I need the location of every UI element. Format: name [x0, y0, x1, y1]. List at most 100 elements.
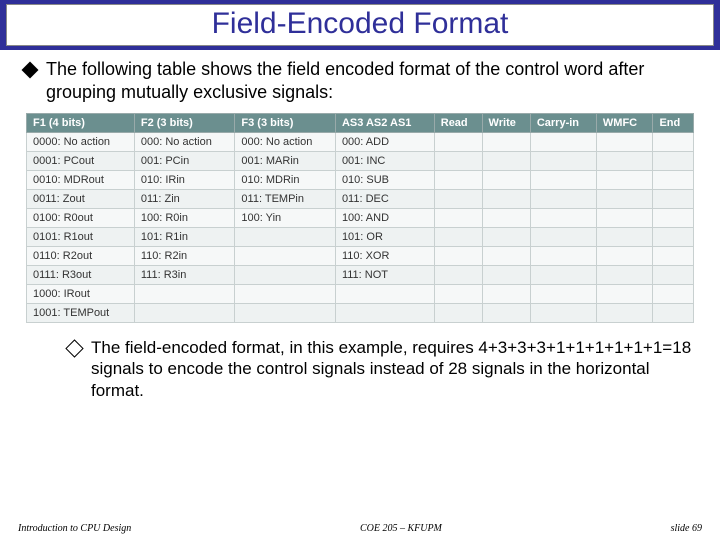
summary-text: The field-encoded format, in this exampl…: [91, 337, 700, 401]
table-cell: [653, 304, 694, 323]
table-row: 0000: No action000: No action000: No act…: [27, 133, 694, 152]
table-cell: [482, 228, 530, 247]
table-row: 0101: R1out101: R1in 101: OR: [27, 228, 694, 247]
table-cell: 100: Yin: [235, 209, 336, 228]
table-cell: [530, 304, 596, 323]
table-cell: [653, 171, 694, 190]
table-cell: [596, 133, 653, 152]
table-row: 0001: PCout001: PCin001: MARin001: INC: [27, 152, 694, 171]
table-cell: [596, 190, 653, 209]
table-cell: 0000: No action: [27, 133, 135, 152]
table-cell: 111: R3in: [134, 266, 235, 285]
footer-left: Introduction to CPU Design: [18, 523, 131, 534]
table-cell: 0110: R2out: [27, 247, 135, 266]
footer-right: slide 69: [671, 523, 702, 534]
column-header: F3 (3 bits): [235, 114, 336, 133]
table-cell: [653, 285, 694, 304]
table-cell: 101: OR: [335, 228, 434, 247]
table-cell: [596, 247, 653, 266]
table-cell: [530, 133, 596, 152]
table-cell: [434, 285, 482, 304]
table-cell: 001: INC: [335, 152, 434, 171]
column-header: End: [653, 114, 694, 133]
table-cell: [235, 266, 336, 285]
table-cell: [653, 209, 694, 228]
table-cell: [482, 133, 530, 152]
table-cell: [434, 152, 482, 171]
column-header: WMFC: [596, 114, 653, 133]
table-cell: 010: MDRin: [235, 171, 336, 190]
table-cell: [482, 304, 530, 323]
table-cell: [434, 133, 482, 152]
table-cell: [335, 304, 434, 323]
table-cell: 110: XOR: [335, 247, 434, 266]
table-cell: [482, 190, 530, 209]
table-cell: [596, 152, 653, 171]
table-cell: [134, 304, 235, 323]
table-cell: 001: MARin: [235, 152, 336, 171]
hollow-diamond-icon: [65, 339, 83, 357]
column-header: F2 (3 bits): [134, 114, 235, 133]
table-cell: [596, 304, 653, 323]
table-cell: 000: No action: [134, 133, 235, 152]
table-cell: [596, 228, 653, 247]
table-cell: [434, 266, 482, 285]
table-cell: [235, 285, 336, 304]
table-cell: [530, 285, 596, 304]
table-row: 0111: R3out111: R3in111: NOT: [27, 266, 694, 285]
page-title: Field-Encoded Format: [6, 4, 714, 46]
table-cell: [434, 228, 482, 247]
table-cell: 0001: PCout: [27, 152, 135, 171]
table-cell: 011: DEC: [335, 190, 434, 209]
table-cell: 110: R2in: [134, 247, 235, 266]
table-cell: 010: SUB: [335, 171, 434, 190]
table-cell: 000: ADD: [335, 133, 434, 152]
table-cell: 100: AND: [335, 209, 434, 228]
footer-center: COE 205 – KFUPM: [360, 523, 442, 534]
table-cell: [235, 247, 336, 266]
table-cell: [653, 247, 694, 266]
table-cell: [653, 190, 694, 209]
table-cell: 101: R1in: [134, 228, 235, 247]
table-cell: [235, 228, 336, 247]
table-cell: [596, 285, 653, 304]
table-cell: [235, 304, 336, 323]
table-cell: 1001: TEMPout: [27, 304, 135, 323]
table-cell: 100: R0in: [134, 209, 235, 228]
footer: Introduction to CPU Design COE 205 – KFU…: [0, 523, 720, 534]
table-cell: [596, 209, 653, 228]
table-cell: [434, 209, 482, 228]
table-row: 0010: MDRout010: IRin010: MDRin010: SUB: [27, 171, 694, 190]
table-cell: [482, 152, 530, 171]
table-cell: [530, 209, 596, 228]
column-header: F1 (4 bits): [27, 114, 135, 133]
encoding-table: F1 (4 bits)F2 (3 bits)F3 (3 bits)AS3 AS2…: [26, 113, 694, 323]
table-cell: [530, 152, 596, 171]
table-cell: [530, 228, 596, 247]
diamond-icon: [22, 62, 39, 79]
table-cell: [596, 171, 653, 190]
table-cell: 010: IRin: [134, 171, 235, 190]
table-cell: [434, 304, 482, 323]
table-cell: 011: TEMPin: [235, 190, 336, 209]
table-cell: [530, 171, 596, 190]
column-header: Read: [434, 114, 482, 133]
table-cell: [653, 133, 694, 152]
table-cell: [335, 285, 434, 304]
table-row: 0110: R2out110: R2in 110: XOR: [27, 247, 694, 266]
table-cell: 000: No action: [235, 133, 336, 152]
table-row: 1001: TEMPout: [27, 304, 694, 323]
table-cell: [482, 171, 530, 190]
table-cell: 0101: R1out: [27, 228, 135, 247]
table-cell: 0010: MDRout: [27, 171, 135, 190]
summary-bullet: The field-encoded format, in this exampl…: [68, 337, 700, 401]
table-cell: 0111: R3out: [27, 266, 135, 285]
table-cell: [530, 190, 596, 209]
table-cell: [134, 285, 235, 304]
table-cell: [530, 247, 596, 266]
table-cell: [653, 228, 694, 247]
table-cell: [482, 247, 530, 266]
table-cell: 0100: R0out: [27, 209, 135, 228]
table-cell: 011: Zin: [134, 190, 235, 209]
table-cell: 001: PCin: [134, 152, 235, 171]
